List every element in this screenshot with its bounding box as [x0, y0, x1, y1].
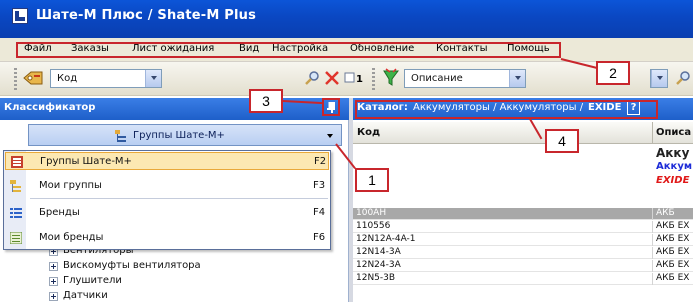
dropdown-item-label: Бренды [39, 207, 80, 218]
cell-divider [652, 260, 653, 272]
callout-1: 1 [355, 168, 389, 192]
search-mode-value: Код [57, 73, 78, 84]
dropdown-item-shortcut: F4 [313, 207, 326, 218]
table-row[interactable]: 12N14-3A АКБ EX [353, 247, 693, 259]
description-filter-select[interactable]: Описание [404, 69, 526, 88]
expand-icon[interactable] [49, 292, 58, 301]
expand-icon[interactable] [49, 262, 58, 271]
dropdown-item-shortcut: F6 [313, 232, 326, 243]
toolbar-grip[interactable] [14, 68, 17, 90]
cell-divider [652, 247, 653, 259]
app-icon [12, 8, 28, 24]
pin-icon [327, 102, 335, 113]
cell-code: 110556 [356, 221, 391, 231]
chevron-down-icon[interactable] [651, 70, 667, 87]
cell-divider [652, 208, 653, 220]
cell-description: АКБ EX [656, 247, 690, 257]
cell-code: 12N24-3A [356, 260, 401, 270]
cell-code: 12N5-3B [356, 273, 396, 283]
tree-item-label: Вискомуфты вентилятора [63, 260, 201, 271]
callout-2: 2 [596, 61, 630, 85]
cell-divider [652, 221, 653, 233]
description-filter-value: Описание [411, 73, 463, 84]
chevron-down-icon[interactable] [327, 134, 333, 138]
column-divider[interactable] [652, 122, 653, 144]
table-row[interactable]: 12N12A-4A-1 АКБ EX [353, 234, 693, 246]
groups-tree-icon [115, 130, 126, 142]
group-row-level2[interactable]: Аккум [656, 161, 692, 172]
svg-text:1: 1 [356, 74, 363, 85]
table-row[interactable]: 110556 АКБ EX [353, 221, 693, 233]
chevron-down-icon[interactable] [509, 70, 525, 87]
tree-item-label: Датчики [63, 290, 108, 301]
clear-icon[interactable] [324, 70, 340, 86]
dropdown-item-shortcut: F3 [313, 180, 326, 191]
menu-highlight-frame [16, 42, 561, 58]
toolbar-grip-2[interactable] [372, 68, 375, 90]
cell-code: 12N14-3A [356, 247, 401, 257]
pin-button[interactable] [322, 98, 340, 116]
column-header-description[interactable]: Описа [656, 127, 691, 138]
brands-list-icon [10, 208, 22, 218]
classifier-title: Классификатор [4, 102, 96, 113]
table-row[interactable]: 12N24-3A АКБ EX [353, 260, 693, 272]
tag-search-icon[interactable] [22, 69, 44, 87]
groups-tree-icon [11, 156, 23, 168]
dropdown-item-brands[interactable]: Бренды F4 [5, 204, 329, 222]
my-brands-icon [10, 232, 22, 244]
tree-item-label: Глушители [63, 275, 122, 286]
checkbox-filter-icon[interactable]: 1 [344, 71, 366, 85]
groups-selector-value: Группы Шате-М+ [133, 130, 225, 141]
table-header: Код Описа [353, 122, 693, 144]
cell-divider [652, 234, 653, 246]
dropdown-item-label: Мои бренды [39, 232, 104, 243]
dropdown-separator [30, 198, 328, 199]
search-icon[interactable] [675, 70, 691, 86]
cell-description: АКБ EX [656, 221, 690, 231]
dropdown-item-my-groups[interactable]: Мои группы F3 [5, 177, 329, 195]
catalog-highlight-frame [355, 100, 658, 119]
column-header-code[interactable]: Код [357, 127, 380, 138]
search-mode-select[interactable]: Код [50, 69, 162, 88]
callout-3: 3 [249, 89, 283, 113]
cell-code: 100AH [356, 208, 387, 218]
cell-description: АКБ EX [656, 234, 690, 244]
table-row[interactable]: 100AH АКБ [353, 208, 693, 220]
window-title: Шате-М Плюс / Shate-M Plus [36, 8, 257, 23]
search-icon[interactable] [304, 70, 320, 86]
callout-4: 4 [545, 129, 579, 153]
groups-dropdown-menu: Группы Шате-М+ F2 Мои группы F3 Бренды F… [3, 150, 331, 250]
dropdown-item-shortcut: F2 [314, 156, 327, 167]
cell-code: 12N12A-4A-1 [356, 234, 416, 244]
funnel-filter-icon[interactable] [382, 68, 400, 88]
title-bar: Шате-М Плюс / Shate-M Plus [0, 0, 693, 38]
dropdown-item-my-brands[interactable]: Мои бренды F6 [5, 229, 329, 247]
expand-icon[interactable] [49, 277, 58, 286]
dropdown-item-label: Группы Шате-М+ [40, 156, 132, 167]
groups-selector[interactable]: Группы Шате-М+ [28, 124, 342, 146]
cell-description: АКБ EX [656, 273, 690, 283]
cell-divider [652, 273, 653, 285]
cell-description: АКБ EX [656, 260, 690, 270]
cell-description: АКБ [656, 208, 675, 218]
my-groups-icon [10, 180, 21, 192]
chevron-down-icon[interactable] [145, 70, 161, 87]
group-row-level1[interactable]: Акку [656, 146, 689, 160]
table-row[interactable]: 12N5-3B АКБ EX [353, 273, 693, 285]
dropdown-item-label: Мои группы [39, 180, 102, 191]
secondary-select[interactable] [650, 69, 668, 88]
dropdown-item-shate-groups[interactable]: Группы Шате-М+ F2 [5, 152, 329, 170]
group-row-brand[interactable]: EXIDE [656, 175, 689, 186]
catalog-table: Код Описа Акку Аккум EXIDE 100AH АКБ 110… [353, 122, 693, 302]
